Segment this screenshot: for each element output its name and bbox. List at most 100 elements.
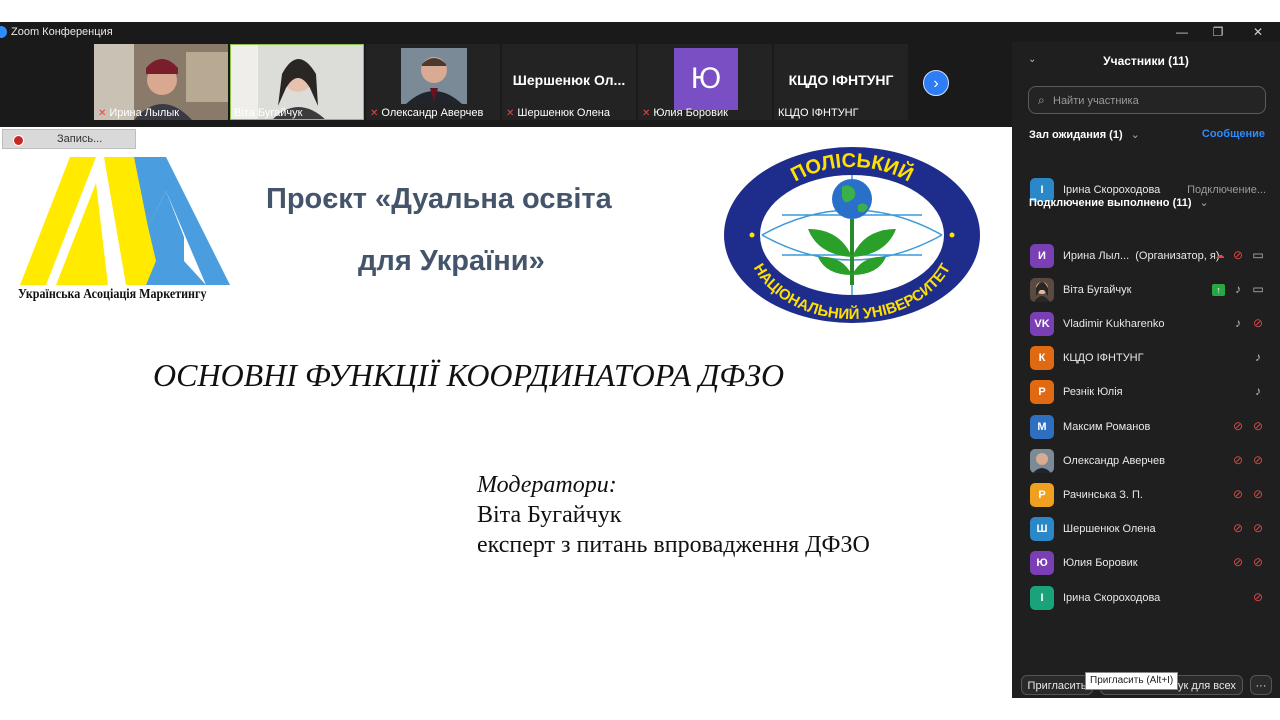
window-title: Zoom Конференция bbox=[11, 26, 113, 38]
participant-name: Ірина Скороходова bbox=[1063, 592, 1161, 604]
chevron-down-icon: ⌄ bbox=[1199, 197, 1209, 209]
camera-icon[interactable]: ▭ bbox=[1250, 248, 1266, 262]
participant-name: Шершенюк Олена bbox=[1063, 523, 1156, 535]
participants-panel: ⌄ Участники (11) ⌕ Зал ожидания (1)⌄ Соо… bbox=[1012, 42, 1280, 698]
moderators-heading: Модератори: bbox=[477, 472, 617, 498]
mic-muted-icon: ✕ bbox=[642, 108, 651, 119]
participant-name: Vladimir Kukharenko bbox=[1063, 318, 1165, 330]
camera-off-icon[interactable]: ⊘ bbox=[1250, 590, 1266, 604]
invite-tooltip: Пригласить (Alt+I) bbox=[1085, 672, 1179, 690]
participant-name: Віта Бугайчук bbox=[1063, 284, 1132, 296]
avatar: Ю bbox=[1030, 551, 1054, 575]
participant-name: Рачинська З. П. bbox=[1063, 489, 1143, 501]
record-icon bbox=[13, 135, 24, 146]
avatar: Ш bbox=[1030, 517, 1054, 541]
mic-muted-icon: ✕ bbox=[370, 108, 379, 119]
participant-row[interactable]: Р Резнік Юлія ♪ bbox=[1012, 375, 1280, 409]
recording-indicator[interactable]: Запись... bbox=[2, 129, 136, 149]
video-tile[interactable]: Віта Бугайчук bbox=[230, 44, 364, 120]
search-icon: ⌕ bbox=[1038, 93, 1045, 107]
participant-name: Ирина Лыл... (Организатор, я) bbox=[1063, 250, 1220, 262]
tile-name: ✕ Олександр Аверчев bbox=[370, 107, 484, 119]
project-title-line2: для України» bbox=[358, 245, 545, 277]
mic-muted-icon[interactable]: ⊘ bbox=[1230, 419, 1246, 433]
participant-row[interactable]: И Ирина Лыл... (Организатор, я) ☁ ⊘ ▭ bbox=[1012, 239, 1280, 273]
participant-status: Подключение... bbox=[1187, 184, 1266, 196]
uam-logo bbox=[20, 157, 230, 285]
mic-muted-icon[interactable]: ⊘ bbox=[1230, 521, 1246, 535]
camera-off-icon[interactable]: ⊘ bbox=[1250, 521, 1266, 535]
moderator-role: експерт з питань впровадження ДФЗО bbox=[477, 532, 870, 558]
participant-row[interactable]: Ш Шершенюк Олена ⊘ ⊘ bbox=[1012, 512, 1280, 546]
participant-row[interactable]: Р Рачинська З. П. ⊘ ⊘ bbox=[1012, 478, 1280, 512]
waiting-room-header[interactable]: Зал ожидания (1) ⌄ bbox=[1029, 128, 1140, 141]
avatar: Р bbox=[1030, 483, 1054, 507]
participant-name: Ірина Скороходова bbox=[1063, 184, 1161, 196]
mic-muted-icon: ✕ bbox=[506, 108, 515, 119]
participant-row[interactable]: Олександр Аверчев ⊘ ⊘ bbox=[1012, 444, 1280, 478]
invite-button[interactable]: Пригласить bbox=[1021, 675, 1093, 695]
minimize-button[interactable]: — bbox=[1162, 22, 1202, 42]
avatar: И bbox=[1030, 244, 1054, 268]
participant-row[interactable]: К КЦДО ІФНТУНГ ♪ bbox=[1012, 341, 1280, 375]
avatar: VK bbox=[1030, 312, 1054, 336]
participant-name: Максим Романов bbox=[1063, 421, 1151, 433]
video-tile[interactable]: ✕ Олександр Аверчев bbox=[366, 44, 500, 120]
video-tile[interactable]: Ю ✕ Юлия Боровик bbox=[638, 44, 772, 120]
participant-name: Резнік Юлія bbox=[1063, 386, 1123, 398]
mic-muted-icon[interactable]: ⊘ bbox=[1230, 555, 1246, 569]
avatar bbox=[1030, 278, 1054, 302]
next-page-icon[interactable]: › bbox=[923, 70, 949, 96]
mic-muted-icon: ✕ bbox=[98, 108, 107, 119]
mic-icon[interactable]: ♪ bbox=[1250, 350, 1266, 364]
project-title-line1: Проєкт «Дуальна освіта bbox=[266, 183, 612, 215]
mic-icon[interactable]: ♪ bbox=[1250, 384, 1266, 398]
shared-screen: Запись... Українська Асоціація Маркетинг… bbox=[0, 127, 1012, 698]
camera-off-icon[interactable]: ⊘ bbox=[1250, 487, 1266, 501]
mic-muted-icon[interactable]: ⊘ bbox=[1230, 248, 1246, 262]
tile-display-name: Шершенюк Ол... bbox=[512, 72, 626, 88]
participant-search[interactable]: ⌕ bbox=[1028, 86, 1266, 114]
avatar: М bbox=[1030, 415, 1054, 439]
participant-row[interactable]: І Ірина Скороходова ⊘ bbox=[1012, 581, 1280, 615]
close-button[interactable]: ✕ bbox=[1238, 22, 1278, 42]
mic-icon[interactable]: ♪ bbox=[1230, 316, 1246, 330]
participant-name: Юлия Боровик bbox=[1063, 557, 1138, 569]
mic-icon[interactable]: ♪ bbox=[1230, 282, 1246, 296]
cloud-record-icon: ☁ bbox=[1215, 250, 1225, 260]
moderator-name: Віта Бугайчук bbox=[477, 502, 622, 528]
title-bar: Zoom Конференция — ❐ ✕ bbox=[0, 22, 1280, 42]
message-link[interactable]: Сообщение bbox=[1202, 128, 1265, 140]
mic-muted-icon[interactable]: ⊘ bbox=[1230, 487, 1246, 501]
camera-off-icon[interactable]: ⊘ bbox=[1250, 453, 1266, 467]
participant-row[interactable]: VK Vladimir Kukharenko ♪ ⊘ bbox=[1012, 307, 1280, 341]
participant-row[interactable]: М Максим Романов ⊘ ⊘ bbox=[1012, 410, 1280, 444]
tile-name: ✕ Юлия Боровик bbox=[642, 107, 728, 119]
video-strip: ✕ Ирина Лылык Віта Бугайчук ✕ Олександр Ав… bbox=[0, 42, 1012, 122]
avatar: К bbox=[1030, 346, 1054, 370]
camera-icon[interactable]: ▭ bbox=[1250, 282, 1266, 296]
university-seal: ПОЛІСЬКИЙ НАЦІОНАЛЬНИЙ УНІВЕРСИТЕТ bbox=[724, 147, 980, 323]
video-tile[interactable]: Шершенюк Ол... ✕ Шершенюк Олена bbox=[502, 44, 636, 120]
avatar-letter: Ю bbox=[674, 48, 738, 110]
search-input[interactable] bbox=[1051, 91, 1260, 111]
participant-name: КЦДО ІФНТУНГ bbox=[1063, 352, 1144, 364]
restore-button[interactable]: ❐ bbox=[1198, 22, 1238, 42]
mic-muted-icon[interactable]: ⊘ bbox=[1230, 453, 1246, 467]
participant-row[interactable]: Ю Юлия Боровик ⊘ ⊘ bbox=[1012, 546, 1280, 580]
more-options-button[interactable]: ··· bbox=[1250, 675, 1272, 695]
camera-off-icon[interactable]: ⊘ bbox=[1250, 316, 1266, 330]
camera-off-icon[interactable]: ⊘ bbox=[1250, 555, 1266, 569]
connected-header[interactable]: Подключение выполнено (11) ⌄ bbox=[1029, 196, 1209, 209]
camera-off-icon[interactable]: ⊘ bbox=[1250, 419, 1266, 433]
video-tile[interactable]: ✕ Ирина Лылык bbox=[94, 44, 228, 120]
video-tile[interactable]: КЦДО ІФНТУНГ КЦДО ІФНТУНГ bbox=[774, 44, 908, 120]
participant-row[interactable]: Віта Бугайчук ↑ ♪ ▭ bbox=[1012, 273, 1280, 307]
avatar: І bbox=[1030, 586, 1054, 610]
tile-name: ✕ Шершенюк Олена bbox=[506, 107, 611, 119]
tile-display-name: КЦДО ІФНТУНГ bbox=[788, 72, 894, 88]
tile-name: Віта Бугайчук bbox=[234, 107, 303, 119]
avatar: Р bbox=[1030, 380, 1054, 404]
slide-heading: ОСНОВНІ ФУНКЦІЇ КООРДИНАТОРА ДФЗО bbox=[153, 357, 785, 393]
zoom-app-icon bbox=[0, 26, 7, 38]
